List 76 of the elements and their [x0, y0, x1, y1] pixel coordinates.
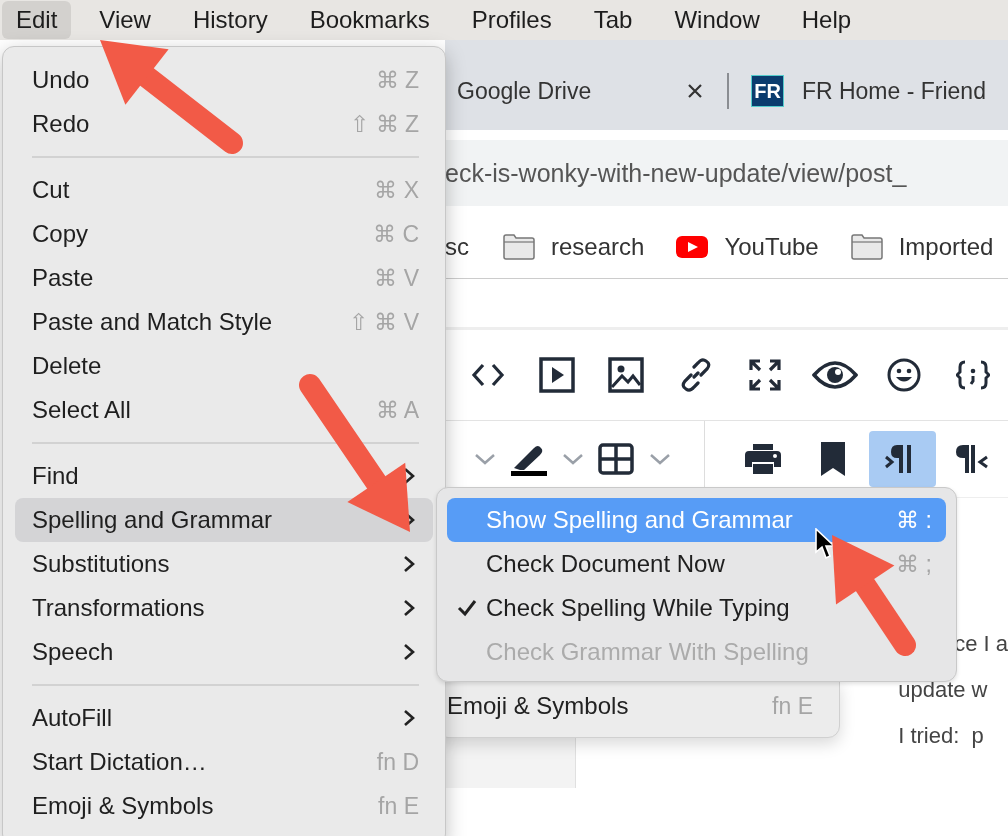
shortcut-text: ⌘ A: [375, 396, 419, 424]
shortcut-text: ⌘ :: [896, 506, 932, 534]
printer-icon: [744, 443, 783, 475]
menu-item[interactable]: Emoji & Symbols: [447, 692, 629, 720]
post-text: update w: [898, 678, 989, 702]
chevron-right-icon: [403, 555, 415, 573]
toolbar-button[interactable]: [868, 431, 937, 487]
menu-bar-item[interactable]: View: [85, 1, 165, 39]
menu-item[interactable]: Paste and Match Style ⇧ ⌘ V: [15, 300, 433, 344]
shortcut-text: ⌘ Z: [375, 66, 419, 94]
shortcut-text: ⌘ ;: [896, 550, 932, 578]
expand-icon[interactable]: [748, 358, 783, 392]
bookmark-item[interactable]: research: [503, 233, 645, 261]
menu-item[interactable]: AutoFill: [15, 696, 433, 740]
shortcut-text: fn E: [378, 792, 419, 820]
chevron-down-icon: [649, 453, 672, 465]
bookmark-icon: [819, 441, 846, 477]
code-icon[interactable]: [470, 361, 505, 389]
menu-item[interactable]: Check Document Now ⌘ ;: [447, 542, 946, 586]
address-bar[interactable]: eck-is-wonky-with-new-update/view/post_: [445, 140, 1008, 206]
menu-item[interactable]: Speech: [15, 630, 433, 674]
shortcut-text: ⌘ V: [374, 264, 419, 292]
chevron-right-icon: [403, 599, 415, 617]
chevron-right-icon: [403, 709, 415, 727]
play-icon[interactable]: [539, 357, 576, 393]
menu-item[interactable]: Find: [15, 454, 433, 498]
browser-tab[interactable]: Google Drive: [445, 76, 728, 106]
menu-item[interactable]: Start Dictation… fn D: [15, 740, 433, 784]
bookmark-item[interactable]: YouTube: [676, 233, 819, 261]
menu-item[interactable]: Delete: [15, 344, 433, 388]
menu-item[interactable]: Substitutions: [15, 542, 433, 586]
smiley-icon[interactable]: [886, 358, 921, 392]
menu-item[interactable]: Paste ⌘ V: [15, 256, 433, 300]
folder-icon: [850, 234, 883, 260]
menu-bar-item[interactable]: Window: [660, 1, 774, 39]
menu-item[interactable]: Spelling and Grammar: [15, 498, 433, 542]
menu-item[interactable]: Select All ⌘ A: [15, 388, 433, 432]
shortcut-text: ⇧ ⌘ V: [348, 308, 419, 336]
menu-bar-item[interactable]: Help: [787, 1, 866, 39]
image-icon[interactable]: [608, 357, 645, 393]
shortcut-text: ⌘ X: [374, 176, 419, 204]
close-icon[interactable]: [687, 83, 704, 99]
chevron-right-icon: [403, 467, 415, 485]
post-text: I tried: p: [898, 724, 985, 748]
paragraph-direction-icon: [955, 443, 990, 475]
checkmark-icon: [457, 599, 477, 617]
folder-icon: [503, 234, 535, 260]
shortcut-text: ⇧ ⌘ Z: [350, 110, 419, 138]
eye-icon[interactable]: [811, 359, 858, 391]
bookmark-item[interactable]: sc: [445, 233, 469, 261]
chevron-down-icon: [473, 453, 496, 465]
menu-item[interactable]: Redo ⇧ ⌘ Z: [15, 102, 433, 146]
shortcut-text: fn D: [376, 748, 419, 776]
menu-bar-item[interactable]: Tab: [579, 1, 647, 39]
menu-bar-item[interactable]: Edit: [2, 1, 72, 39]
menu-bar-item[interactable]: Bookmarks: [295, 1, 444, 39]
table-icon: [598, 443, 635, 475]
video-play-icon: [676, 236, 709, 258]
tab-title: Google Drive: [457, 77, 592, 106]
chevron-down-icon: [561, 453, 584, 465]
shortcut-text: fn E: [772, 692, 813, 720]
browser-tab[interactable]: FR FR Home - Friend: [751, 75, 986, 107]
chevron-right-icon: [403, 643, 415, 661]
menu-item[interactable]: Emoji & Symbols fn E: [15, 784, 433, 828]
tab-title: FR Home - Friend: [801, 77, 986, 106]
bookmark-item[interactable]: Imported: [850, 233, 994, 261]
shortcut-text: ⌘ C: [373, 220, 419, 248]
menu-item[interactable]: Transformations: [15, 586, 433, 630]
menu-bar-item[interactable]: Profiles: [457, 1, 566, 39]
menu-item[interactable]: Copy ⌘ C: [15, 212, 433, 256]
menu-item[interactable]: Check Spelling While Typing: [447, 586, 946, 630]
menu-item[interactable]: Cut ⌘ X: [15, 168, 433, 212]
site-favicon: FR: [751, 75, 784, 107]
code-braces-icon[interactable]: [956, 360, 991, 390]
menu-bar-item[interactable]: History: [178, 1, 282, 39]
menu-item[interactable]: Undo ⌘ Z: [15, 58, 433, 102]
